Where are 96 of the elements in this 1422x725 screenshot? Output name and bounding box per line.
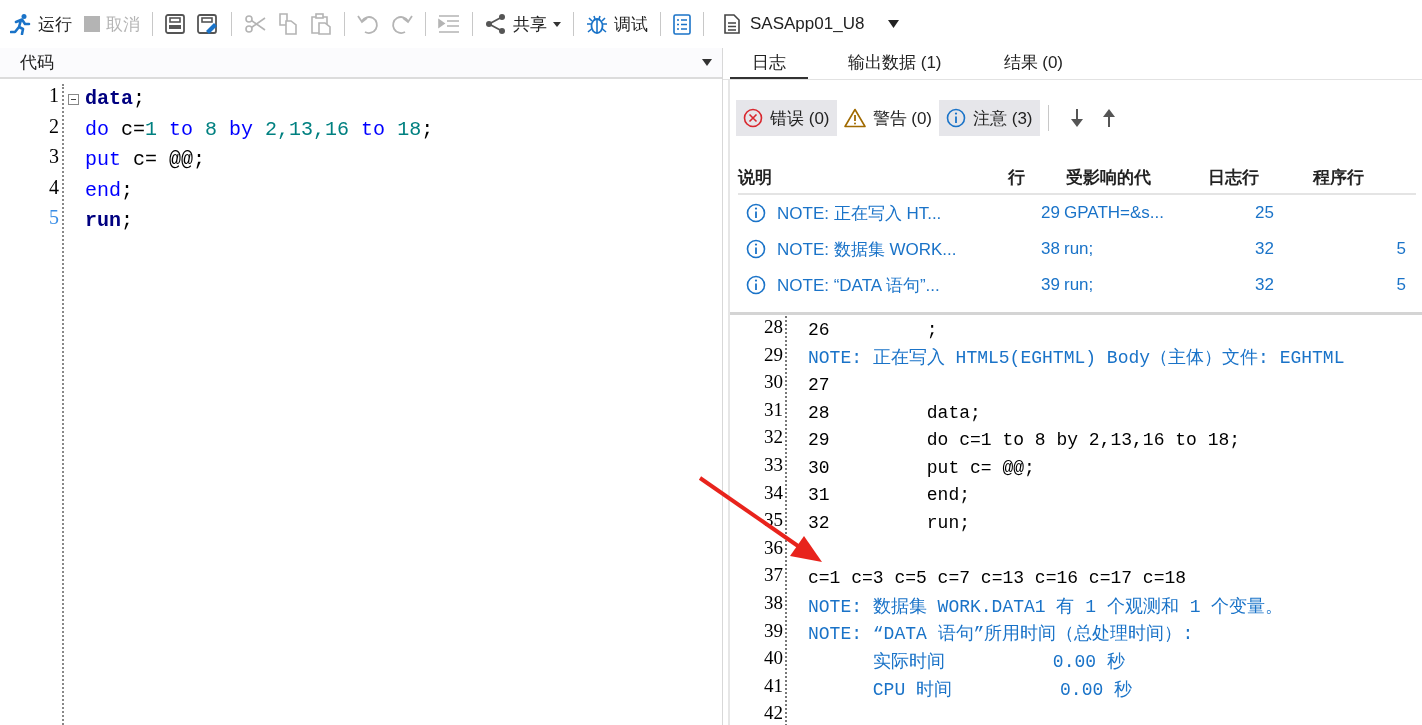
line-number: 40 bbox=[763, 647, 784, 671]
redo-icon bbox=[391, 13, 413, 35]
indent-icon bbox=[438, 14, 460, 34]
table-cell: 32 bbox=[1255, 275, 1274, 294]
share-button[interactable]: 共享 bbox=[479, 6, 567, 42]
caret-icon bbox=[888, 20, 900, 28]
up-arrow-icon[interactable] bbox=[1102, 109, 1115, 127]
clipboard-icon bbox=[310, 13, 332, 35]
line-number: 29 bbox=[763, 343, 784, 367]
caret-icon bbox=[553, 21, 561, 27]
server-dropdown[interactable]: SASApp01_U8 bbox=[710, 6, 906, 42]
stop-icon bbox=[84, 16, 100, 32]
code-line: run; bbox=[85, 208, 134, 234]
note-filter-button[interactable]: 注意 (3) bbox=[939, 100, 1040, 136]
document-icon bbox=[724, 14, 740, 34]
line-number: 32 bbox=[763, 426, 784, 450]
message-row[interactable]: NOTE: 正在写入 HT... 29 GPATH=&s... 25 bbox=[738, 194, 1416, 231]
line-number: 41 bbox=[763, 674, 784, 698]
tab[interactable]: 结果 (0) bbox=[981, 48, 1085, 79]
line-number: 4 bbox=[48, 175, 60, 200]
log-line: c=1 c=3 c=5 c=7 c=13 c=16 c=17 c=18 bbox=[808, 568, 1187, 589]
column-header: 行 bbox=[1008, 167, 1025, 187]
undo-icon bbox=[357, 13, 379, 35]
log-line: 31 end; bbox=[808, 485, 971, 506]
line-number: 42 bbox=[763, 702, 784, 725]
line-number: 39 bbox=[763, 619, 784, 643]
save-as-icon bbox=[197, 13, 219, 35]
table-cell-text: NOTE: 正在写入 HT... bbox=[777, 202, 942, 225]
line-number: 3 bbox=[48, 145, 60, 169]
info-icon bbox=[746, 239, 766, 259]
collapse-icon[interactable] bbox=[68, 93, 79, 105]
copy-icon bbox=[278, 13, 298, 35]
message-row[interactable]: NOTE: “DATA 语句”... 39 run; 32 5 bbox=[738, 267, 1416, 303]
warning-filter-button[interactable]: 警告 (0) bbox=[836, 100, 939, 136]
log-line: 29 do c=1 to 8 by 2,13,16 to 18; bbox=[808, 430, 1241, 451]
line-number: 2 bbox=[48, 114, 60, 139]
line-number: 38 bbox=[763, 591, 784, 615]
scissors-icon bbox=[244, 14, 266, 34]
panel-title: 代码 bbox=[20, 52, 54, 74]
line-number: 37 bbox=[763, 564, 784, 588]
share-icon bbox=[485, 13, 507, 35]
log-line: 30 put c= @@; bbox=[808, 457, 1035, 478]
table-cell: 5 bbox=[1396, 275, 1406, 294]
table-cell: GPATH=&s... bbox=[1064, 203, 1164, 222]
log-line: 27 bbox=[808, 375, 830, 395]
line-number: 28 bbox=[763, 316, 784, 339]
run-button[interactable]: 运行 bbox=[4, 6, 78, 42]
table-cell: 32 bbox=[1255, 239, 1274, 258]
table-cell-text: NOTE: 数据集 WORK... bbox=[777, 238, 957, 261]
line-number: 5 bbox=[48, 206, 60, 230]
line-number: 33 bbox=[763, 453, 784, 477]
tab[interactable]: 日志 bbox=[730, 48, 808, 79]
info-icon bbox=[746, 275, 766, 295]
column-header: 程序行 bbox=[1313, 167, 1364, 187]
dropdown-caret-icon[interactable] bbox=[702, 59, 712, 66]
log-line: NOTE: 数据集 WORK.DATA1 有 1 个观测和 1 个变量。 bbox=[808, 595, 1284, 618]
log-line: NOTE: 正在写入 HTML5(EGHTML) Body（主体）文件: EGHTML bbox=[808, 347, 1345, 370]
log-line: 28 data; bbox=[808, 402, 981, 423]
code-line: do c=1 to 8 by 2,13,16 to 18; bbox=[85, 116, 434, 143]
column-header: 日志行 bbox=[1208, 167, 1259, 187]
line-number: 34 bbox=[763, 481, 784, 505]
column-header: 受影响的代 bbox=[1066, 167, 1151, 187]
tab[interactable]: 输出数据 (1) bbox=[826, 48, 964, 79]
bug-icon bbox=[586, 13, 608, 35]
table-cell-text: NOTE: “DATA 语句”... bbox=[777, 274, 940, 297]
line-number: 1 bbox=[48, 84, 60, 108]
log-line: 32 run; bbox=[808, 512, 971, 533]
error-icon bbox=[743, 108, 763, 128]
log-line: NOTE: “DATA 语句”所用时间（总处理时间）: bbox=[808, 623, 1194, 646]
runner-icon bbox=[10, 13, 32, 35]
info-icon bbox=[746, 203, 766, 223]
debug-button[interactable]: 调试 bbox=[580, 6, 654, 42]
table-cell: run; bbox=[1064, 275, 1094, 294]
table-cell: 5 bbox=[1396, 239, 1406, 258]
error-filter-button[interactable]: 错误 (0) bbox=[736, 100, 837, 136]
log-line: 实际时间 0.00 秒 bbox=[871, 650, 1125, 673]
save-icon bbox=[165, 14, 185, 34]
info-icon bbox=[946, 108, 966, 128]
log-line: CPU 时间 0.00 秒 bbox=[871, 678, 1133, 701]
column-header: 说明 bbox=[738, 167, 772, 187]
message-row[interactable]: NOTE: 数据集 WORK... 38 run; 32 5 bbox=[738, 231, 1416, 267]
line-number: 36 bbox=[763, 536, 784, 560]
table-cell: 29 bbox=[1041, 203, 1060, 222]
list-document-icon bbox=[673, 13, 691, 35]
table-cell: 39 bbox=[1041, 275, 1060, 294]
warning-icon bbox=[843, 108, 866, 128]
down-arrow-icon[interactable] bbox=[1070, 109, 1083, 127]
table-cell: run; bbox=[1064, 239, 1094, 258]
code-line: put c= @@; bbox=[85, 147, 206, 173]
code-line: data; bbox=[85, 86, 146, 112]
table-cell: 25 bbox=[1255, 203, 1274, 222]
line-number: 31 bbox=[763, 398, 784, 422]
log-line: 26 ; bbox=[808, 319, 938, 340]
code-line: end; bbox=[85, 177, 134, 204]
line-number: 30 bbox=[763, 371, 784, 395]
table-cell: 38 bbox=[1041, 239, 1060, 258]
